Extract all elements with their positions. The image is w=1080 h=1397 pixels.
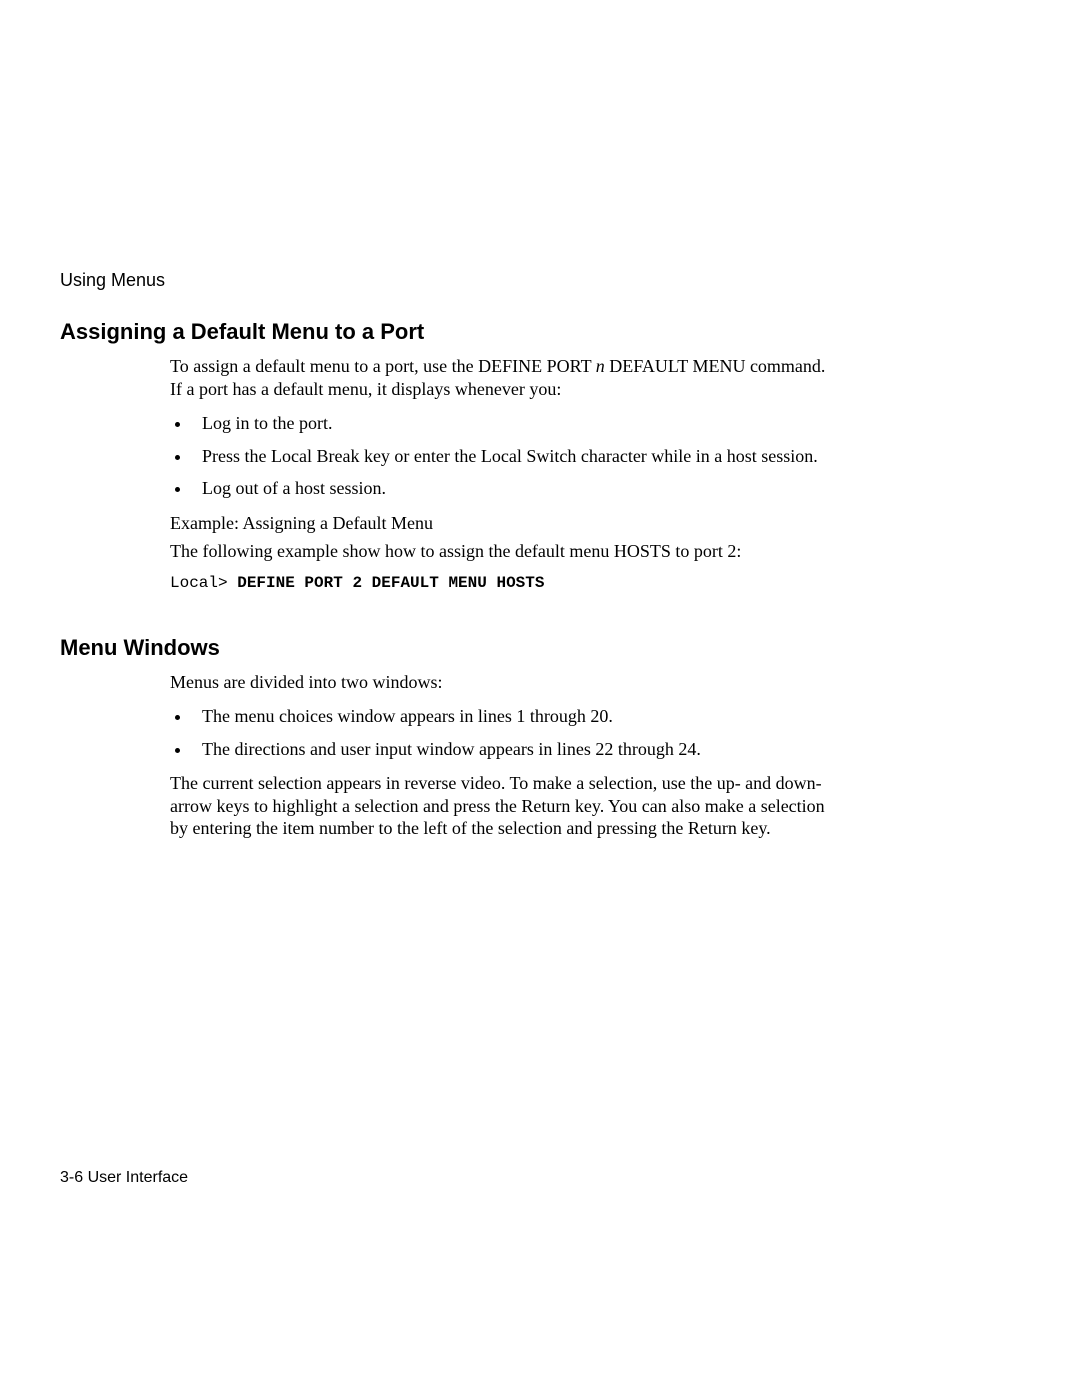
code-prompt: Local> [170,574,237,592]
page: Using Menus Assigning a Default Menu to … [0,0,1080,1397]
list-item: The directions and user input window app… [192,738,830,761]
page-footer: 3-6 User Interface [60,1169,188,1187]
intro-text-pre: To assign a default menu to a port, use … [170,356,596,376]
section2-intro: Menus are divided into two windows: [170,671,830,694]
section1-intro: To assign a default menu to a port, use … [170,355,830,400]
heading-assigning-default-menu: Assigning a Default Menu to a Port [60,319,1020,345]
heading-menu-windows: Menu Windows [60,635,1020,661]
section2-body: Menus are divided into two windows: The … [170,671,830,840]
code-example: Local> DEFINE PORT 2 DEFAULT MENU HOSTS [170,573,830,593]
intro-italic-n: n [596,356,605,376]
code-command: DEFINE PORT 2 DEFAULT MENU HOSTS [237,574,544,592]
example-label: Example: Assigning a Default Menu [170,512,830,535]
list-item: Press the Local Break key or enter the L… [192,445,830,468]
section2-bullets: The menu choices window appears in lines… [170,705,830,760]
section1-bullets: Log in to the port. Press the Local Brea… [170,412,830,500]
section1-body: To assign a default menu to a port, use … [170,355,830,593]
example-desc: The following example show how to assign… [170,540,830,563]
list-item: Log out of a host session. [192,477,830,500]
list-item: The menu choices window appears in lines… [192,705,830,728]
running-head: Using Menus [60,270,1020,291]
section2-para: The current selection appears in reverse… [170,772,830,840]
list-item: Log in to the port. [192,412,830,435]
